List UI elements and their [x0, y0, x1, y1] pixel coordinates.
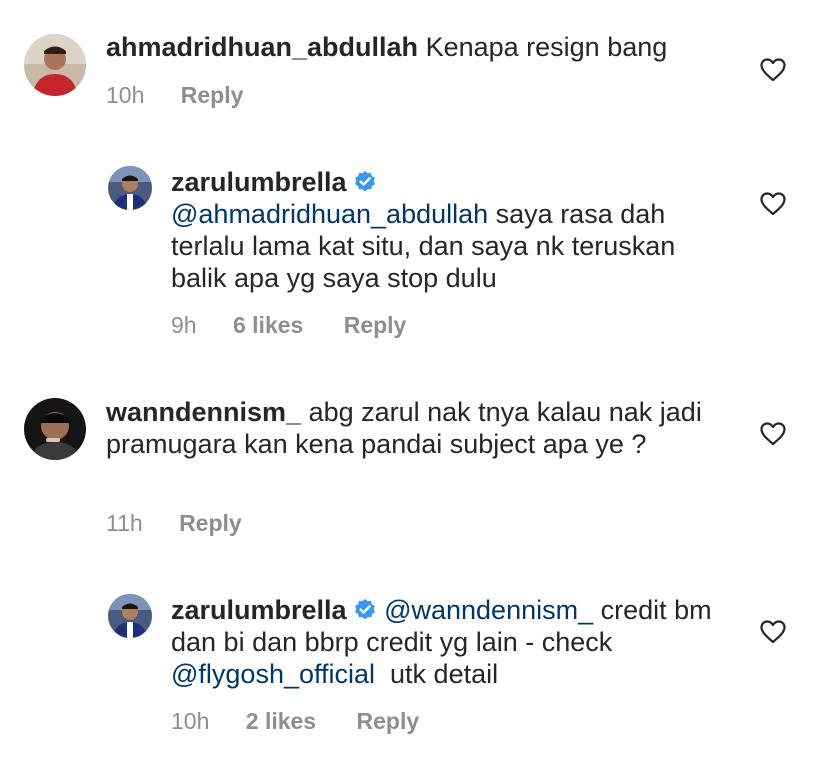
likes-count[interactable]: 2 likes	[246, 708, 316, 734]
comment-meta: 9h 6 likes Reply	[171, 312, 406, 339]
comment-username[interactable]: zarulumbrella	[171, 167, 347, 197]
comment-time[interactable]: 10h	[106, 82, 144, 108]
comment-time[interactable]: 9h	[171, 312, 197, 338]
comment-text: zarulumbrella @wanndennism_ credit bm da…	[171, 594, 731, 690]
avatar-image	[24, 34, 86, 96]
reply-button[interactable]: Reply	[344, 312, 407, 338]
mention-link[interactable]: @wanndennism_	[384, 595, 593, 625]
mention-link[interactable]: @ahmadridhuan_abdullah	[171, 199, 488, 229]
avatar[interactable]	[24, 398, 86, 460]
avatar-image	[108, 166, 152, 210]
mention-link[interactable]: @flygosh_official	[171, 659, 375, 689]
comment-time[interactable]: 10h	[171, 708, 209, 734]
verified-badge-icon	[354, 171, 375, 192]
comment-meta: 11h Reply	[106, 510, 242, 537]
heart-outline-icon[interactable]	[760, 422, 786, 446]
avatar[interactable]	[24, 34, 86, 96]
comment-username[interactable]: ahmadridhuan_abdullah	[106, 32, 418, 62]
comment-body-end: utk detail	[375, 659, 499, 689]
heart-outline-icon[interactable]	[760, 620, 786, 644]
avatar[interactable]	[108, 594, 152, 638]
reply-button[interactable]: Reply	[357, 708, 420, 734]
comment-meta: 10h Reply	[106, 82, 243, 109]
comment-text: zarulumbrella @ahmadridhuan_abdullah say…	[171, 166, 731, 294]
heart-outline-icon[interactable]	[760, 192, 786, 216]
verified-badge-icon	[354, 599, 375, 620]
comment-username[interactable]: wanndennism_	[106, 397, 301, 427]
comment-username[interactable]: zarulumbrella	[171, 595, 347, 625]
avatar-image	[24, 398, 86, 460]
heart-outline-icon[interactable]	[760, 58, 786, 82]
comment-time[interactable]: 11h	[106, 510, 143, 536]
likes-count[interactable]: 6 likes	[233, 312, 303, 338]
reply-button[interactable]: Reply	[179, 510, 242, 536]
avatar-image	[108, 594, 152, 638]
comment-meta: 10h 2 likes Reply	[171, 708, 419, 735]
comment-text: wanndennism_ abg zarul nak tnya kalau na…	[106, 396, 726, 460]
avatar[interactable]	[108, 166, 152, 210]
reply-button[interactable]: Reply	[181, 82, 244, 108]
comment-body: Kenapa resign bang	[425, 32, 668, 62]
comment-text: ahmadridhuan_abdullah Kenapa resign bang	[106, 31, 726, 63]
